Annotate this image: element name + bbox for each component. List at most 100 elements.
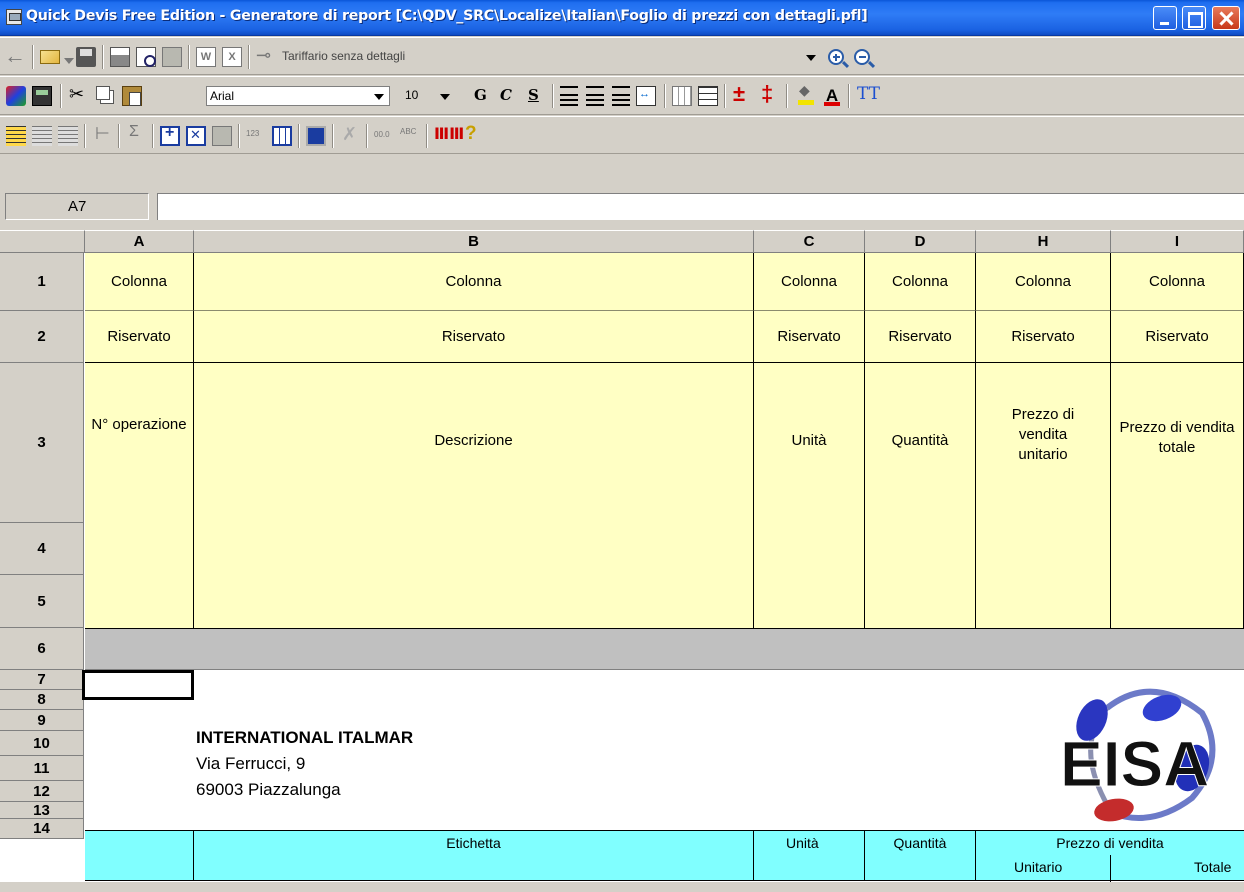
font-name-box[interactable]: Arial xyxy=(206,86,390,106)
company-name[interactable]: INTERNATIONAL ITALMAR xyxy=(196,728,413,748)
grid-corner[interactable] xyxy=(0,230,85,253)
cell-reference-box[interactable]: A7 xyxy=(5,193,149,220)
key-icon[interactable] xyxy=(256,45,276,67)
row-header-11[interactable]: 11 xyxy=(0,756,84,781)
clear-format-icon[interactable] xyxy=(340,124,360,146)
cell-c3[interactable]: Unità xyxy=(754,363,865,628)
insert-row-icon[interactable] xyxy=(732,81,752,107)
column-header-h[interactable]: H xyxy=(976,230,1111,253)
row-header-2[interactable]: 2 xyxy=(0,311,84,363)
calculator-icon[interactable] xyxy=(32,86,52,106)
align-right-icon[interactable] xyxy=(612,86,630,106)
selected-cell-a7[interactable] xyxy=(82,670,194,700)
row-header-5[interactable]: 5 xyxy=(0,575,84,628)
cell-i3[interactable]: Prezzo di vendita totale xyxy=(1111,363,1244,628)
minimize-button[interactable] xyxy=(1153,6,1177,30)
word-export-icon[interactable]: W xyxy=(196,47,216,67)
column-header-b[interactable]: B xyxy=(194,230,754,253)
help-icon[interactable] xyxy=(460,123,480,146)
delete-row-icon[interactable] xyxy=(758,81,778,107)
formula-input[interactable] xyxy=(157,193,1244,220)
cell-a2[interactable]: Riservato xyxy=(85,311,194,363)
header-lines-icon[interactable] xyxy=(6,126,26,146)
fill-color-icon[interactable] xyxy=(796,82,816,106)
row-header-9[interactable]: 9 xyxy=(0,710,84,731)
separator-row[interactable] xyxy=(85,628,1244,670)
open-dropdown-icon[interactable] xyxy=(64,58,74,64)
eisa-logo[interactable]: EISA xyxy=(1052,678,1228,828)
zoom-out-icon[interactable] xyxy=(854,49,870,65)
zoom-in-icon[interactable] xyxy=(828,49,844,65)
row-header-4[interactable]: 4 xyxy=(0,523,84,575)
row-header-3[interactable]: 3 xyxy=(0,363,84,523)
footer-lines-icon[interactable] xyxy=(58,126,78,146)
company-city[interactable]: 69003 Piazzalunga xyxy=(196,780,341,800)
decimal-format-icon[interactable] xyxy=(374,126,394,146)
cell-d1[interactable]: Colonna xyxy=(865,253,976,311)
font-name-dropdown-icon[interactable] xyxy=(374,94,384,100)
insert-field-icon[interactable] xyxy=(160,124,180,146)
column-header-c[interactable]: C xyxy=(754,230,865,253)
row-header-8[interactable]: 8 xyxy=(0,690,84,710)
template-dropdown-arrow-icon[interactable] xyxy=(806,55,816,61)
bold-button[interactable]: G xyxy=(474,86,487,104)
cell-a3[interactable]: N° operazione xyxy=(85,363,194,628)
align-center-icon[interactable] xyxy=(586,86,604,106)
cell-c13[interactable]: Unità xyxy=(754,830,865,881)
copy-icon[interactable] xyxy=(96,86,110,100)
body-lines-icon[interactable] xyxy=(32,126,52,146)
row-header-13[interactable]: 13 xyxy=(0,802,84,819)
cell-i1[interactable]: Colonna xyxy=(1111,253,1244,311)
grid-icon[interactable] xyxy=(698,86,718,106)
cell-d13[interactable]: Quantità xyxy=(865,830,976,881)
cell-h2[interactable]: Riservato xyxy=(976,311,1111,363)
row-header-7[interactable]: 7 xyxy=(0,670,84,690)
table-icon[interactable] xyxy=(272,126,292,146)
close-button[interactable] xyxy=(1212,6,1240,30)
cell-c1[interactable]: Colonna xyxy=(754,253,865,311)
paste-icon[interactable] xyxy=(122,86,142,106)
cell-b2[interactable]: Riservato xyxy=(194,311,754,363)
cell-h13-price-group[interactable]: Prezzo di vendita Unitario Totale xyxy=(976,830,1244,882)
cell-i2[interactable]: Riservato xyxy=(1111,311,1244,363)
merge-cells-icon[interactable] xyxy=(636,86,656,106)
maximize-button[interactable] xyxy=(1182,6,1206,30)
cell-h1[interactable]: Colonna xyxy=(976,253,1111,311)
report-icon[interactable] xyxy=(6,86,26,106)
print-icon[interactable] xyxy=(110,47,130,67)
cell-d3[interactable]: Quantità xyxy=(865,363,976,628)
company-address[interactable]: Via Ferrucci, 9 xyxy=(196,754,305,774)
underline-button[interactable]: S xyxy=(528,86,539,104)
excel-export-icon[interactable]: X xyxy=(222,47,242,67)
cell-c2[interactable]: Riservato xyxy=(754,311,865,363)
app-icon[interactable] xyxy=(6,9,22,25)
font-color-icon[interactable]: A xyxy=(822,86,842,106)
open-folder-icon[interactable] xyxy=(40,50,60,64)
cell-b3[interactable]: Descrizione xyxy=(194,363,754,628)
cell-a1[interactable]: Colonna xyxy=(85,253,194,311)
cell-b1[interactable]: Colonna xyxy=(194,253,754,311)
row-header-6[interactable]: 6 xyxy=(0,628,84,670)
cell-b13[interactable]: Etichetta xyxy=(194,830,754,881)
sum-icon[interactable] xyxy=(126,123,146,146)
column-header-a[interactable]: A xyxy=(85,230,194,253)
tree-icon[interactable] xyxy=(92,124,112,146)
field-properties-icon[interactable] xyxy=(212,126,232,146)
columns-icon[interactable] xyxy=(434,124,464,146)
cell-d2[interactable]: Riservato xyxy=(865,311,976,363)
block-icon[interactable] xyxy=(306,126,326,146)
template-combo[interactable]: Tariffario senza dettagli xyxy=(282,49,405,63)
italic-button[interactable]: C xyxy=(500,86,512,104)
row-header-14[interactable]: 14 xyxy=(0,819,84,839)
borders-icon[interactable] xyxy=(672,86,692,106)
cell-a13[interactable] xyxy=(85,830,194,881)
font-size-dropdown-icon[interactable] xyxy=(440,94,450,100)
column-width-icon[interactable] xyxy=(856,84,880,106)
page-setup-icon[interactable] xyxy=(162,47,182,67)
cell-h3[interactable]: Prezzo di vendita unitario xyxy=(976,363,1111,628)
column-header-d[interactable]: D xyxy=(865,230,976,253)
delete-field-icon[interactable] xyxy=(186,126,206,146)
align-left-icon[interactable] xyxy=(560,86,578,106)
currency-format-icon[interactable] xyxy=(400,126,420,146)
row-header-1[interactable]: 1 xyxy=(0,253,84,311)
